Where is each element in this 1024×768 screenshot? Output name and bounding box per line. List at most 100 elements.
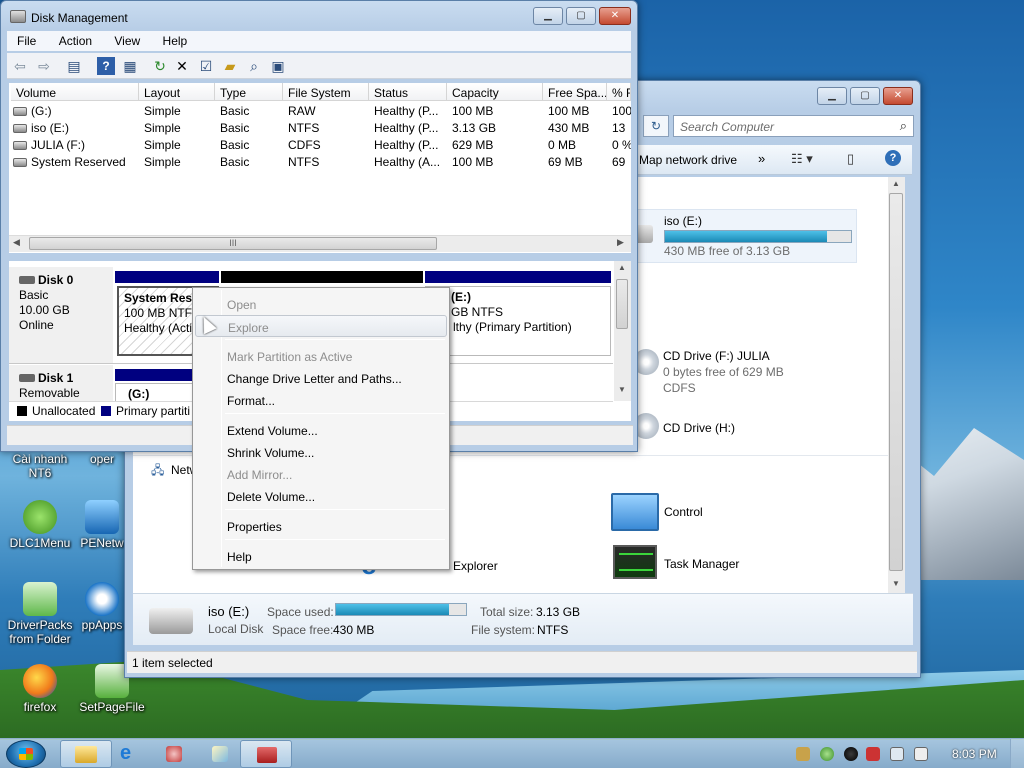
taskbar-app-4[interactable] [194, 740, 246, 768]
partition-bar-g [115, 369, 195, 381]
start-button[interactable] [6, 740, 46, 768]
menu-item-delete-volume[interactable]: Delete Volume... [195, 485, 447, 507]
disk-map-vscroll[interactable]: ▲ ▼ [614, 261, 631, 401]
maximize-button[interactable]: ▢ [566, 7, 596, 25]
menu-item-explore[interactable]: Explore [195, 315, 447, 337]
desktop-icon-cai-nhanh-nt6[interactable]: Cài nhanh NT6 [0, 452, 80, 480]
tray-icon-1[interactable] [796, 747, 810, 761]
volume-row[interactable]: (G:) Simple Basic RAW Healthy (P... 100 MB 100… [9, 103, 631, 120]
scroll-up-icon[interactable]: ▲ [618, 263, 626, 272]
scroll-down-icon[interactable]: ▼ [618, 385, 626, 394]
menu-item-properties[interactable]: Properties [195, 515, 447, 537]
refresh-icon[interactable]: ↻ [151, 57, 169, 75]
forward-icon[interactable]: ⇨ [35, 57, 53, 75]
clock[interactable]: 8:03 PM [952, 747, 997, 761]
disk-1-label[interactable]: Disk 1 Removable [9, 365, 113, 401]
scroll-thumb[interactable]: III [29, 237, 437, 250]
taskbar-disk-management[interactable] [240, 740, 292, 768]
volume-cell: (G:) [31, 104, 52, 118]
details-drive-icon [149, 608, 193, 634]
help-icon[interactable]: ? [885, 150, 901, 166]
open-folder-icon[interactable]: ▰ [221, 57, 239, 75]
menu-item-add-mirror[interactable]: Add Mirror... [195, 463, 447, 485]
desktop-icon-dlc1menu[interactable]: DLC1Menu [0, 500, 80, 550]
preview-pane-icon[interactable]: ▯ [847, 151, 854, 167]
disk-0-label[interactable]: Disk 0 Basic 10.00 GB Online [9, 267, 113, 363]
menu-action[interactable]: Action [49, 31, 101, 48]
check-icon[interactable]: ☑ [197, 57, 215, 75]
volume-cell: 69 MB [548, 155, 583, 169]
menu-help[interactable]: Help [153, 31, 197, 48]
disk-management-titlebar[interactable]: Disk Management ▁ ▢ ✕ [1, 1, 637, 31]
properties-icon[interactable]: ▦ [121, 57, 139, 75]
details-capacity-fill [336, 604, 450, 615]
drive-tile-iso[interactable]: iso (E:) 430 MB free of 3.13 GB [627, 209, 857, 263]
search-icon[interactable]: ⌕ [245, 57, 263, 75]
partition-e[interactable]: (E:) GB NTFS lthy (Primary Partition) [425, 286, 611, 356]
volume-row[interactable]: JULIA (F:) Simple Basic CDFS Healthy (P... 62… [9, 137, 631, 154]
menu-item-open[interactable]: Open [195, 293, 447, 315]
scroll-right-icon[interactable]: ▶ [617, 237, 624, 248]
scroll-left-icon[interactable]: ◀ [13, 237, 20, 248]
volume-row[interactable]: iso (E:) Simple Basic NTFS Healthy (P... 3.13… [9, 120, 631, 137]
desktop-icon-firefox[interactable]: firefox [0, 664, 80, 714]
back-icon[interactable]: ⇦ [11, 57, 29, 75]
taskbar-internet-explorer[interactable]: e [102, 740, 154, 768]
column-file-system[interactable]: File System [283, 83, 369, 101]
partition-g[interactable]: (G:) [115, 383, 195, 403]
column-status[interactable]: Status [369, 83, 447, 101]
menu-item-mark-partition-as-active[interactable]: Mark Partition as Active [195, 345, 447, 367]
menu-item-extend-volume[interactable]: Extend Volume... [195, 419, 447, 441]
column-free-space[interactable]: Free Spa... [543, 83, 607, 101]
menu-item-help[interactable]: Help [195, 545, 447, 567]
menu-item-change-drive-letter-and-paths[interactable]: Change Drive Letter and Paths... [195, 367, 447, 389]
help-icon[interactable]: ? [97, 57, 115, 75]
map-network-drive-button[interactable]: Map network drive [639, 153, 737, 167]
column-volume[interactable]: Volume [11, 83, 139, 101]
maximize-button[interactable]: ▢ [850, 87, 880, 105]
tray-icon-4[interactable] [866, 747, 880, 761]
volume-list-hscroll[interactable]: ◀ III ▶ [9, 235, 631, 252]
delete-icon[interactable]: ✕ [173, 57, 191, 75]
minimize-button[interactable]: ▁ [817, 87, 847, 105]
close-button[interactable]: ✕ [883, 87, 913, 105]
scroll-down-icon[interactable]: ▼ [892, 579, 900, 588]
show-desktop-button[interactable] [1010, 739, 1024, 768]
explorer-vscroll[interactable]: ▲ ▼ [888, 177, 905, 593]
tray-play-icon[interactable] [844, 747, 858, 761]
volume-cell: 100 MB [548, 104, 590, 118]
show-hide-console-tree-icon[interactable]: ▤ [65, 57, 83, 75]
close-button[interactable]: ✕ [599, 7, 631, 25]
control-panel-item[interactable]: Control [611, 493, 811, 533]
task-manager-item[interactable]: Task Manager [611, 545, 811, 585]
desktop-icon-ppapps[interactable]: ppApps [72, 582, 132, 632]
tray-volume-icon[interactable] [914, 747, 928, 761]
tray-icon-2[interactable] [820, 747, 834, 761]
volume-row[interactable]: System Reserved Simple Basic NTFS Healthy (A… [9, 154, 631, 171]
drive-tile-cd-f[interactable]: CD Drive (F:) JULIA 0 bytes free of 629 … [633, 347, 873, 399]
column-type[interactable]: Type [215, 83, 283, 101]
desktop-icon-penetw[interactable]: PENetw [72, 500, 132, 550]
drive-tile-cd-h[interactable]: CD Drive (H:) [633, 413, 873, 443]
refresh-icon[interactable]: ↻ [643, 115, 669, 137]
desktop-icon-driverpacks[interactable]: DriverPacks from Folder [0, 582, 80, 646]
tray-network-icon[interactable] [890, 747, 904, 761]
column-capacity[interactable]: Capacity [447, 83, 543, 101]
more-commands-icon[interactable]: » [758, 151, 765, 166]
search-input[interactable]: Search Computer ⌕ [673, 115, 914, 137]
taskbar-app-3[interactable] [148, 740, 200, 768]
scroll-thumb[interactable] [889, 193, 903, 571]
details-name: iso (E:) [208, 604, 250, 619]
minimize-button[interactable]: ▁ [533, 7, 563, 25]
properties-list-icon[interactable]: ▣ [269, 57, 287, 75]
desktop-icon-oper[interactable]: oper [72, 452, 132, 466]
scroll-up-icon[interactable]: ▲ [892, 179, 900, 188]
scroll-thumb[interactable] [616, 279, 628, 329]
menu-file[interactable]: File [7, 31, 45, 48]
menu-view[interactable]: View [104, 31, 149, 48]
menu-item-shrink-volume[interactable]: Shrink Volume... [195, 441, 447, 463]
views-icon[interactable]: ☷ ▾ [791, 151, 813, 167]
menu-item-format[interactable]: Format... [195, 389, 447, 411]
column-percent-free[interactable]: % F [607, 83, 631, 101]
column-layout[interactable]: Layout [139, 83, 215, 101]
